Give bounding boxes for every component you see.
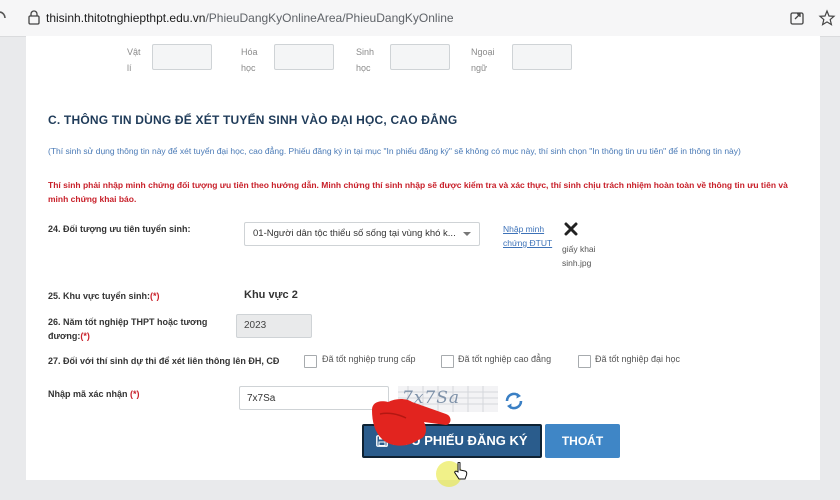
refresh-icon[interactable] bbox=[503, 390, 525, 412]
pointing-hand-icon bbox=[372, 399, 451, 446]
subject-label-chemistry: Hóa học bbox=[241, 47, 258, 73]
region-value: Khu vực 2 bbox=[244, 289, 298, 301]
chemistry-score-field[interactable] bbox=[274, 44, 334, 70]
checkbox-college[interactable] bbox=[441, 355, 454, 368]
biology-score-field[interactable] bbox=[390, 44, 450, 70]
chevron-down-icon bbox=[463, 232, 471, 236]
priority-object-value: 01-Người dân tộc thiểu số sống tại vùng … bbox=[253, 228, 456, 239]
close-icon[interactable] bbox=[564, 222, 578, 236]
checkbox-university-label: Đã tốt nghiệp đại học bbox=[595, 354, 681, 364]
exit-button[interactable]: THOÁT bbox=[545, 424, 620, 458]
subject-label-foreign-language: Ngoại ngữ bbox=[471, 47, 495, 73]
priority-object-select[interactable]: 01-Người dân tộc thiểu số sống tại vùng … bbox=[244, 222, 480, 246]
url-path: /PhieuDangKyOnlineArea/PhieuDangKyOnline bbox=[205, 11, 454, 25]
transfer-label: 27. Đối với thí sinh dự thi để xét liên … bbox=[48, 356, 280, 366]
share-icon[interactable] bbox=[788, 9, 806, 27]
section-note-info: (Thí sinh sử dụng thông tin này để xét t… bbox=[48, 146, 741, 156]
browser-toolbar: thisinh.thitotnghiepthpt.edu.vn/PhieuDan… bbox=[0, 0, 840, 37]
graduation-year-field: 2023 bbox=[236, 314, 312, 338]
region-label: 25. Khu vực tuyển sinh:(*) bbox=[48, 291, 160, 301]
checkbox-university[interactable] bbox=[578, 355, 591, 368]
registration-form-page: Vật lí Hóa học Sinh học Ngoại ngữ C. THÔNG T… bbox=[26, 36, 820, 487]
reload-icon-partial[interactable] bbox=[0, 10, 6, 26]
enter-evidence-link[interactable]: Nhập minh chứng ĐTUT bbox=[503, 222, 559, 250]
favorite-star-icon[interactable] bbox=[818, 9, 836, 27]
subject-label-biology: Sinh học bbox=[356, 47, 375, 73]
graduation-year-label: 26. Năm tốt nghiệp THPT hoặc tương đương… bbox=[48, 317, 208, 341]
priority-object-label: 24. Đối tượng ưu tiên tuyển sinh: bbox=[48, 224, 191, 234]
evidence-file-name: giấy khai sinh.jpg bbox=[562, 244, 596, 268]
lock-icon[interactable] bbox=[26, 9, 42, 25]
url-host: thisinh.thitotnghiepthpt.edu.vn bbox=[46, 11, 206, 25]
checkbox-college-label: Đã tốt nghiệp cao đẳng bbox=[458, 354, 552, 364]
captcha-label: Nhập mã xác nhận (*) bbox=[48, 389, 140, 399]
section-title: C. THÔNG TIN DÙNG ĐỂ XÉT TUYỂN SINH VÀO … bbox=[48, 113, 458, 127]
foreign-language-score-field[interactable] bbox=[512, 44, 572, 70]
hand-cursor-icon bbox=[454, 462, 468, 480]
subject-label-physics: Vật lí bbox=[127, 47, 141, 73]
address-bar[interactable]: thisinh.thitotnghiepthpt.edu.vn/PhieuDan… bbox=[46, 11, 454, 25]
checkbox-intermediate-label: Đã tốt nghiệp trung cấp bbox=[322, 354, 416, 364]
physics-score-field[interactable] bbox=[152, 44, 212, 70]
checkbox-intermediate[interactable] bbox=[304, 355, 317, 368]
section-note-warning: Thí sinh phải nhập minh chứng đối tượng … bbox=[48, 180, 788, 204]
